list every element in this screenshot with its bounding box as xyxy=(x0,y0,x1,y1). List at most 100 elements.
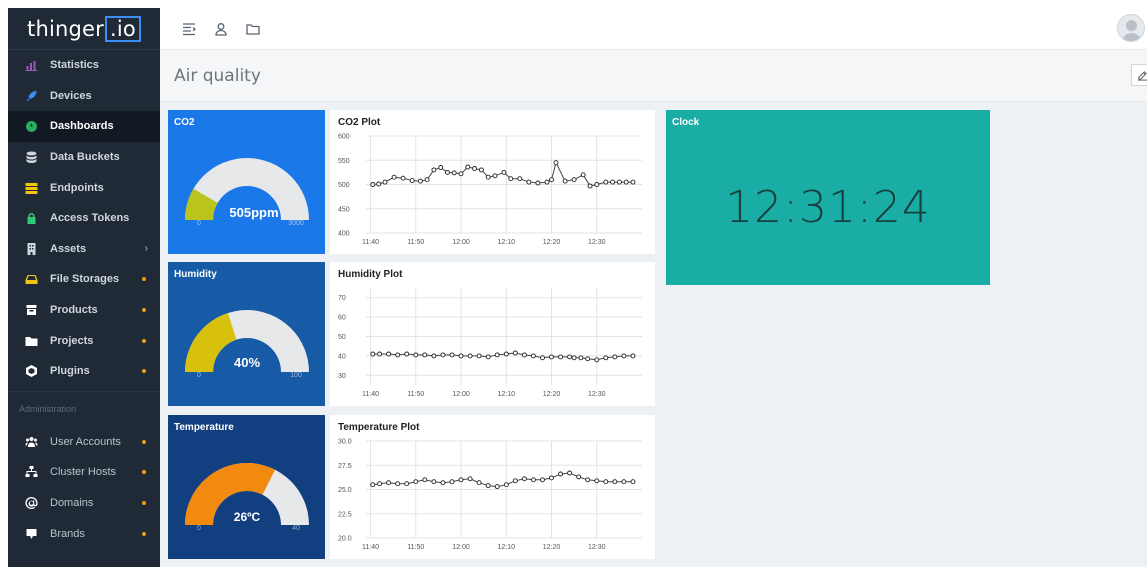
data-point xyxy=(630,353,636,359)
data-point xyxy=(458,477,464,483)
data-point xyxy=(449,479,455,485)
sidebar-item-file-storages[interactable]: File Storages xyxy=(8,264,160,295)
humidity-plot-chart: 30 40 50 60 70 11:40 11:50 12:00 12:10 12:20 12:30 xyxy=(338,288,642,398)
data-point xyxy=(594,182,600,187)
x-tick-label: 12:10 xyxy=(497,239,515,246)
folder-icon xyxy=(24,335,38,347)
clock-time: 12:31:24 xyxy=(725,182,931,233)
brand-suffix: .io xyxy=(105,15,141,42)
data-point xyxy=(587,183,593,189)
brand-name: thinger xyxy=(27,16,104,41)
sidebar-item-label: Access Tokens xyxy=(50,212,130,225)
sidebar-item-user-accounts[interactable]: User Accounts xyxy=(8,427,160,458)
humidity-gauge-widget[interactable]: Humidity 40% 0 100 xyxy=(168,262,325,406)
gauge-fill xyxy=(185,313,237,372)
data-point xyxy=(567,354,573,360)
sidebar-section-administration: Administration xyxy=(8,390,160,427)
sidebar-item-label: Data Buckets xyxy=(50,151,120,164)
database-icon xyxy=(24,151,38,164)
data-point xyxy=(370,182,376,187)
brand-logo[interactable]: thinger .io xyxy=(8,8,160,50)
sidebar-item-label: Cluster Hosts xyxy=(50,466,117,479)
data-point xyxy=(580,172,586,178)
temperature-gauge-max: 40 xyxy=(292,525,300,532)
sidebar-item-label: Statistics xyxy=(50,59,99,72)
sidebar-item-cluster-hosts[interactable]: Cluster Hosts xyxy=(8,457,160,488)
y-tick-label: 22.5 xyxy=(338,511,352,518)
data-point xyxy=(530,477,536,483)
sidebar-item-domains[interactable]: Domains xyxy=(8,488,160,519)
data-point xyxy=(610,179,616,185)
y-tick-label: 50 xyxy=(338,334,346,341)
data-point xyxy=(558,354,564,360)
y-tick-label: 30 xyxy=(338,373,346,380)
data-point xyxy=(431,353,437,359)
sidebar-admin-nav: User Accounts Cluster Hosts Domains Brands xyxy=(8,427,160,549)
data-point xyxy=(549,354,554,360)
sidebar-item-products[interactable]: Products xyxy=(8,295,160,326)
folder-icon[interactable] xyxy=(246,22,260,36)
sidebar-item-label: Brands xyxy=(50,527,85,540)
notification-dot xyxy=(142,277,146,282)
sidebar-item-access-tokens[interactable]: Access Tokens xyxy=(8,203,160,234)
sidebar-item-label: Dashboards xyxy=(50,120,114,133)
avatar[interactable] xyxy=(1117,14,1145,42)
y-tick-label: 30.0 xyxy=(338,439,352,446)
sidebar-item-projects[interactable]: Projects xyxy=(8,325,160,356)
y-tick-label: 40 xyxy=(338,353,346,360)
data-point xyxy=(571,355,577,361)
user-icon[interactable] xyxy=(214,22,228,36)
data-point xyxy=(458,353,464,359)
x-tick-label: 12:10 xyxy=(497,391,515,398)
data-point xyxy=(612,354,618,360)
x-tick-label: 12:00 xyxy=(452,544,470,551)
sidebar-item-plugins[interactable]: Plugins xyxy=(8,356,160,387)
notification-dot xyxy=(142,338,146,343)
temperature-gauge-widget[interactable]: Temperature 26ºC 0 40 xyxy=(168,415,325,559)
data-point xyxy=(413,479,419,485)
data-point xyxy=(404,351,410,357)
data-point xyxy=(540,477,545,483)
sidebar-item-devices[interactable]: Devices xyxy=(8,81,160,112)
temperature-plot-chart: 20.0 22.5 25.0 27.5 30.0 11:40 11:50 12:00 12:10… xyxy=(338,439,642,551)
endpoints-icon xyxy=(24,182,38,194)
sidebar-item-label: User Accounts xyxy=(50,435,121,448)
sidebar-item-label: Assets xyxy=(50,242,87,255)
data-point xyxy=(370,351,376,357)
data-point xyxy=(422,352,428,358)
data-point xyxy=(476,353,482,359)
data-point xyxy=(424,177,430,183)
data-point xyxy=(431,479,437,485)
sidebar-item-dashboards[interactable]: Dashboards xyxy=(8,111,160,142)
data-point xyxy=(549,475,554,481)
data-point xyxy=(603,355,609,361)
co2-plot-widget[interactable]: CO2 Plot 400 450 500 550 600 11:40 11:50 12:00 1… xyxy=(330,110,655,254)
data-point xyxy=(567,470,573,476)
sidebar-toggle-icon[interactable] xyxy=(182,22,196,36)
edit-icon[interactable] xyxy=(1131,64,1147,86)
data-point xyxy=(576,474,582,480)
x-tick-label: 12:30 xyxy=(588,544,606,551)
x-tick-label: 11:50 xyxy=(407,239,424,246)
sidebar-item-statistics[interactable]: Statistics xyxy=(8,50,160,81)
sidebar-item-data-buckets[interactable]: Data Buckets xyxy=(8,142,160,173)
building-icon xyxy=(24,242,38,255)
data-point xyxy=(485,354,491,360)
sidebar-item-endpoints[interactable]: Endpoints xyxy=(8,172,160,203)
sidebar-item-assets[interactable]: Assets › xyxy=(8,234,160,265)
co2-gauge-widget[interactable]: CO2 505ppm 0 3000 xyxy=(168,110,325,254)
data-point xyxy=(571,177,577,183)
data-point xyxy=(409,178,415,184)
clock-widget[interactable]: Clock 12:31:24 xyxy=(666,110,990,285)
sidebar-item-brands[interactable]: Brands xyxy=(8,518,160,549)
co2-gauge-min: 0 xyxy=(197,220,201,227)
humidity-plot-widget[interactable]: Humidity Plot 30 40 50 60 70 11:40 11:50 12:00 1… xyxy=(330,262,655,406)
x-tick-label: 12:20 xyxy=(543,391,561,398)
data-point xyxy=(467,476,473,482)
data-point xyxy=(444,169,450,175)
chart-icon xyxy=(24,59,38,72)
data-point xyxy=(386,351,392,357)
y-tick-label: 500 xyxy=(338,182,350,189)
temperature-plot-widget[interactable]: Temperature Plot 20.0 22.5 25.0 27.5 30.0 11:… xyxy=(330,415,655,559)
at-icon xyxy=(24,497,38,510)
